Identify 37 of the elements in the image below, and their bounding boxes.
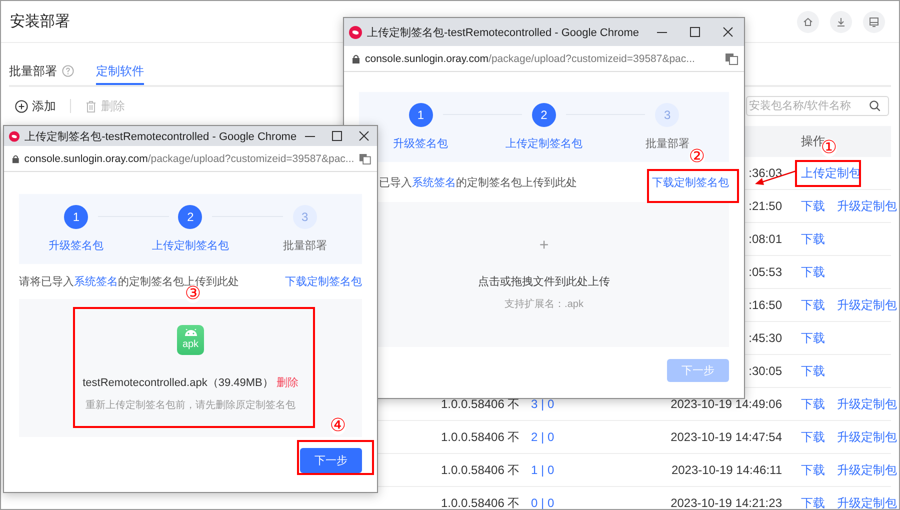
window-title: 上传定制签名包-testRemotecontrolled - Google Chrome xyxy=(24,130,297,144)
plus-sign: + xyxy=(539,238,549,254)
table-cell: :05:53 xyxy=(748,265,782,279)
table-cell: :21:50 xyxy=(748,199,782,213)
step-number: 1 xyxy=(408,103,433,127)
table-cell: 1.0.0.58406 不 xyxy=(441,428,520,446)
step-number: 2 xyxy=(178,205,202,229)
table-cell: 1.0.0.58406 不 xyxy=(441,462,520,478)
step-label: 批量部署 xyxy=(282,238,327,253)
step-number: 2 xyxy=(532,103,556,127)
table-cell: :08:01 xyxy=(748,232,782,246)
step-label: 批量部署 xyxy=(645,136,690,151)
table-cell: 1.0.0.58406 不 xyxy=(441,494,520,509)
step-label: 上传定制签名包 xyxy=(152,238,229,253)
step-label: 升级签名包 xyxy=(48,239,104,253)
step-number: 1 xyxy=(64,205,88,229)
step-number: 3 xyxy=(655,103,680,127)
upload-prompt: 点击或拖拽文件到此处上传 xyxy=(478,274,610,289)
file-name: testRemotecontrolled.apk（39.49MB） xyxy=(82,376,274,388)
step-label: 上传定制签名包 xyxy=(505,136,582,151)
apk-file-icon: apk xyxy=(177,324,204,354)
table-cell: 1.0.0.58406 不 xyxy=(441,396,520,412)
upload-hint: 重新上传定制签名包前，请先删除原定制签名包 xyxy=(86,398,296,412)
table-cell: :36:03 xyxy=(748,166,782,180)
table-cell: 2023-10-19 14:49:06 xyxy=(670,397,782,411)
step-label: 升级签名包 xyxy=(393,137,448,151)
table-cell: 2023-10-19 14:47:54 xyxy=(670,430,782,444)
table-cell: 2023-10-19 14:46:11 xyxy=(671,463,782,477)
step-number: 3 xyxy=(292,205,317,229)
page-title: 安装部署 xyxy=(10,12,71,31)
upload-hint: 支持扩展名：.apk xyxy=(504,298,584,311)
instruction-text: 已导入系统签名的定制签名包上传到此处 xyxy=(379,176,577,190)
table-cell: 2023-10-19 14:21:23 xyxy=(670,496,782,509)
table-cell: :16:50 xyxy=(748,298,782,312)
table-cell: :45:30 xyxy=(748,331,782,345)
window-title: 上传定制签名包-testRemotecontrolled - Google Chrome xyxy=(367,26,640,40)
table-cell: :30:05 xyxy=(748,364,782,378)
